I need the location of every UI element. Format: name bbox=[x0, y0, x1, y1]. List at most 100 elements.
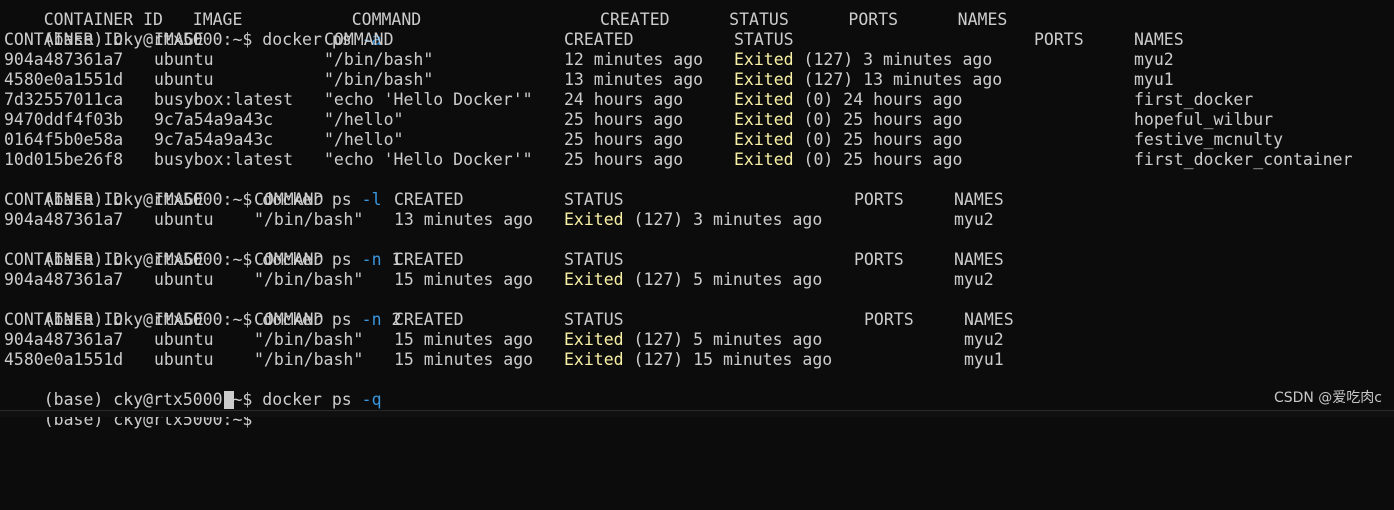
container-image: busybox:latest bbox=[154, 90, 294, 109]
header-ports: PORTS bbox=[864, 310, 914, 329]
container-image: ubuntu bbox=[154, 270, 214, 289]
container-command: "/bin/bash" bbox=[254, 270, 364, 289]
status-detail: (127) 5 minutes ago bbox=[623, 330, 823, 349]
container-id: 4580e0a1551d bbox=[4, 350, 124, 369]
header-command: COMMAND bbox=[254, 250, 324, 269]
table-row: 4580e0a1551d ubuntu "/bin/bash" 15 minut… bbox=[4, 350, 1004, 370]
exited-label: Exited bbox=[734, 90, 794, 109]
table-row: 9470ddf4f03b 9c7a54a9a43c "/hello" 25 ho… bbox=[4, 110, 1273, 130]
table-row: 7d32557011ca busybox:latest "echo 'Hello… bbox=[4, 90, 1253, 110]
container-name: myu2 bbox=[964, 330, 1004, 349]
header-created: CREATED bbox=[394, 190, 464, 209]
table-header-ps-n1: CONTAINER ID IMAGE COMMAND CREATED STATU… bbox=[4, 250, 1004, 270]
prompt-line-ps-a: (base) cky@rtx5000:~$ docker ps -a bbox=[4, 10, 382, 49]
container-created: 25 hours ago bbox=[564, 130, 684, 149]
container-id: 10d015be26f8 bbox=[4, 150, 124, 169]
table-header-ps-n2: CONTAINER ID IMAGE COMMAND CREATED STATU… bbox=[4, 310, 1014, 330]
table-row: 0164f5b0e58a 9c7a54a9a43c "/hello" 25 ho… bbox=[4, 130, 1283, 150]
status-detail: (0) 25 hours ago bbox=[793, 130, 963, 149]
container-id: 904a487361a7 bbox=[4, 270, 124, 289]
container-name: myu2 bbox=[954, 270, 994, 289]
header-names: NAMES bbox=[1134, 30, 1184, 49]
container-status: Exited (127) 3 minutes ago bbox=[734, 50, 992, 70]
container-name: myu2 bbox=[1134, 50, 1174, 69]
container-created: 13 minutes ago bbox=[394, 210, 534, 229]
terminal-window[interactable]: CONTAINER ID IMAGE COMMAND CREATED STATU… bbox=[0, 0, 1394, 429]
active-prompt-line[interactable]: (base) cky@rtx5000:~$ bbox=[4, 390, 262, 429]
container-created: 12 minutes ago bbox=[564, 50, 704, 69]
text-cursor[interactable] bbox=[224, 391, 234, 409]
exited-label: Exited bbox=[564, 210, 624, 229]
container-image: ubuntu bbox=[154, 330, 214, 349]
header-image: IMAGE bbox=[154, 30, 204, 49]
container-id: 4580e0a1551d bbox=[4, 70, 124, 89]
status-detail: (0) 24 hours ago bbox=[793, 90, 963, 109]
exited-label: Exited bbox=[564, 270, 624, 289]
header-ports: PORTS bbox=[854, 190, 904, 209]
table-row: 10d015be26f8 busybox:latest "echo 'Hello… bbox=[4, 150, 1353, 170]
header-command: COMMAND bbox=[254, 190, 324, 209]
container-name: first_docker_container bbox=[1134, 150, 1353, 169]
status-detail: (127) 3 minutes ago bbox=[623, 210, 823, 229]
header-status: STATUS bbox=[564, 250, 624, 269]
status-detail: (127) 15 minutes ago bbox=[623, 350, 833, 369]
container-command: "/bin/bash" bbox=[324, 50, 434, 69]
container-status: Exited (127) 15 minutes ago bbox=[564, 350, 832, 370]
container-image: ubuntu bbox=[154, 50, 214, 69]
header-names: NAMES bbox=[954, 250, 1004, 269]
container-image: ubuntu bbox=[154, 350, 214, 369]
exited-label: Exited bbox=[734, 130, 794, 149]
container-status: Exited (0) 25 hours ago bbox=[734, 110, 963, 130]
container-created: 13 minutes ago bbox=[564, 70, 704, 89]
container-created: 25 hours ago bbox=[564, 110, 684, 129]
container-status: Exited (127) 5 minutes ago bbox=[564, 330, 822, 350]
header-created: CREATED bbox=[394, 250, 464, 269]
container-command: "/bin/bash" bbox=[254, 350, 364, 369]
header-command: COMMAND bbox=[324, 30, 394, 49]
header-status: STATUS bbox=[564, 310, 624, 329]
container-created: 15 minutes ago bbox=[394, 330, 534, 349]
table-row: 904a487361a7 ubuntu "/bin/bash" 12 minut… bbox=[4, 50, 1174, 70]
container-id: 904a487361a7 bbox=[4, 50, 124, 69]
exited-label: Exited bbox=[734, 150, 794, 169]
container-id: 904a487361a7 bbox=[4, 210, 124, 229]
container-created: 24 hours ago bbox=[564, 90, 684, 109]
container-status: Exited (127) 13 minutes ago bbox=[734, 70, 1002, 90]
table-header-ps-a: CONTAINER ID IMAGE COMMAND CREATED STATU… bbox=[4, 30, 1184, 50]
container-image: ubuntu bbox=[154, 70, 214, 89]
container-status: Exited (0) 25 hours ago bbox=[734, 150, 963, 170]
container-created: 15 minutes ago bbox=[394, 270, 534, 289]
command-flag: -l bbox=[361, 190, 382, 209]
exited-label: Exited bbox=[564, 350, 624, 369]
table-row: 904a487361a7 ubuntu "/bin/bash" 15 minut… bbox=[4, 270, 994, 290]
container-status: Exited (127) 5 minutes ago bbox=[564, 270, 822, 290]
command-flag: -n bbox=[361, 310, 382, 329]
header-ports: PORTS bbox=[854, 250, 904, 269]
header-container-id: CONTAINER ID bbox=[4, 30, 124, 49]
prompt-line-ps-l: (base) cky@rtx5000:~$ docker ps -l bbox=[4, 170, 382, 209]
header-container-id: CONTAINER ID bbox=[4, 250, 124, 269]
command-flag: -n bbox=[361, 250, 382, 269]
container-name: festive_mcnulty bbox=[1134, 130, 1284, 149]
container-name: myu2 bbox=[954, 210, 994, 229]
exited-label: Exited bbox=[734, 110, 794, 129]
table-row: 4580e0a1551d ubuntu "/bin/bash" 13 minut… bbox=[4, 70, 1174, 90]
partial-header-line: CONTAINER ID IMAGE COMMAND CREATED STATU… bbox=[4, 0, 1008, 29]
table-row: 904a487361a7 ubuntu "/bin/bash" 13 minut… bbox=[4, 210, 994, 230]
status-detail: (127) 5 minutes ago bbox=[623, 270, 823, 289]
container-status: Exited (127) 3 minutes ago bbox=[564, 210, 822, 230]
exited-label: Exited bbox=[734, 50, 794, 69]
header-status: STATUS bbox=[734, 30, 794, 49]
header-ports: PORTS bbox=[1034, 30, 1084, 49]
container-command: "/bin/bash" bbox=[254, 330, 364, 349]
header-command: COMMAND bbox=[254, 310, 324, 329]
container-id: 9470ddf4f03b bbox=[4, 110, 124, 129]
status-detail: (127) 3 minutes ago bbox=[793, 50, 993, 69]
table-header-ps-l: CONTAINER ID IMAGE COMMAND CREATED STATU… bbox=[4, 190, 1004, 210]
container-status: Exited (0) 25 hours ago bbox=[734, 130, 963, 150]
header-status: STATUS bbox=[564, 190, 624, 209]
container-id: 7d32557011ca bbox=[4, 90, 124, 109]
container-name: myu1 bbox=[964, 350, 1004, 369]
container-name: first_docker bbox=[1134, 90, 1254, 109]
container-command: "echo 'Hello Docker'" bbox=[324, 90, 533, 109]
